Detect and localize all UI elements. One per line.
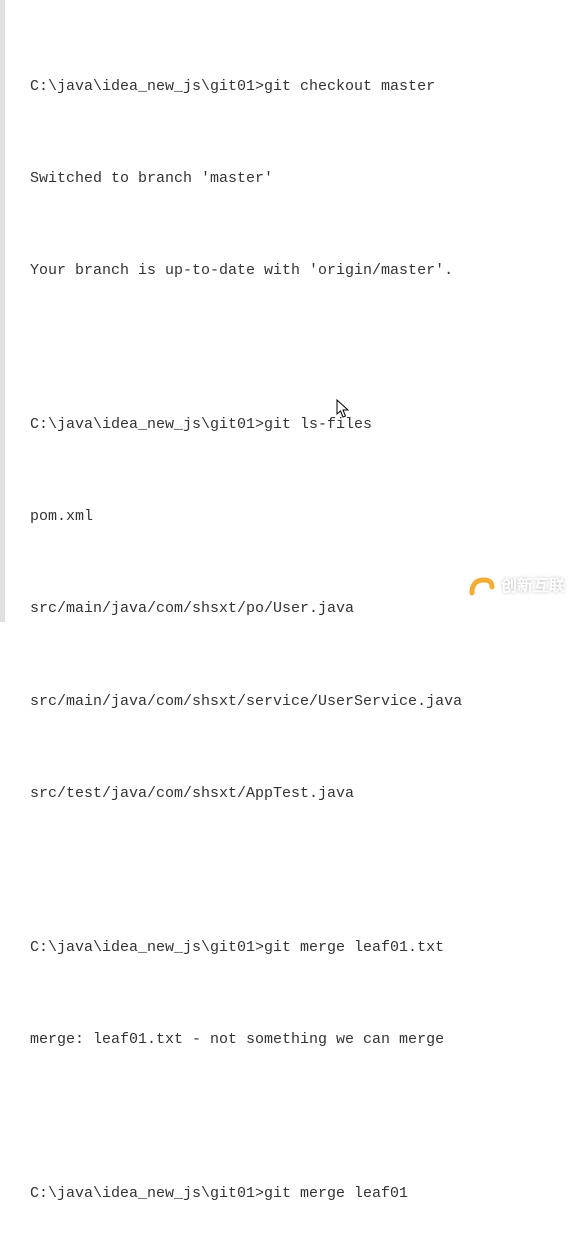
terminal-line: Your branch is up-to-date with 'origin/m… [30,256,568,287]
terminal-line: C:\java\idea_new_js\git01>git merge leaf… [30,933,568,964]
terminal-line: Switched to branch 'master' [30,164,568,195]
watermark-logo-icon [466,573,496,603]
terminal-line: C:\java\idea_new_js\git01>git checkout m… [30,72,568,103]
terminal-line: src/main/java/com/shsxt/service/UserServ… [30,687,568,718]
terminal-line: C:\java\idea_new_js\git01>git ls-files [30,410,568,441]
terminal-output: C:\java\idea_new_js\git01>git checkout m… [30,10,568,1244]
terminal-line: merge: leaf01.txt - not something we can… [30,1025,568,1056]
terminal-line: src/test/java/com/shsxt/AppTest.java [30,779,568,810]
watermark: 创新互联 [466,571,565,604]
watermark-text: 创新互联 [501,571,565,604]
terminal-line: pom.xml [30,502,568,533]
terminal-line: C:\java\idea_new_js\git01>git merge leaf… [30,1179,568,1210]
